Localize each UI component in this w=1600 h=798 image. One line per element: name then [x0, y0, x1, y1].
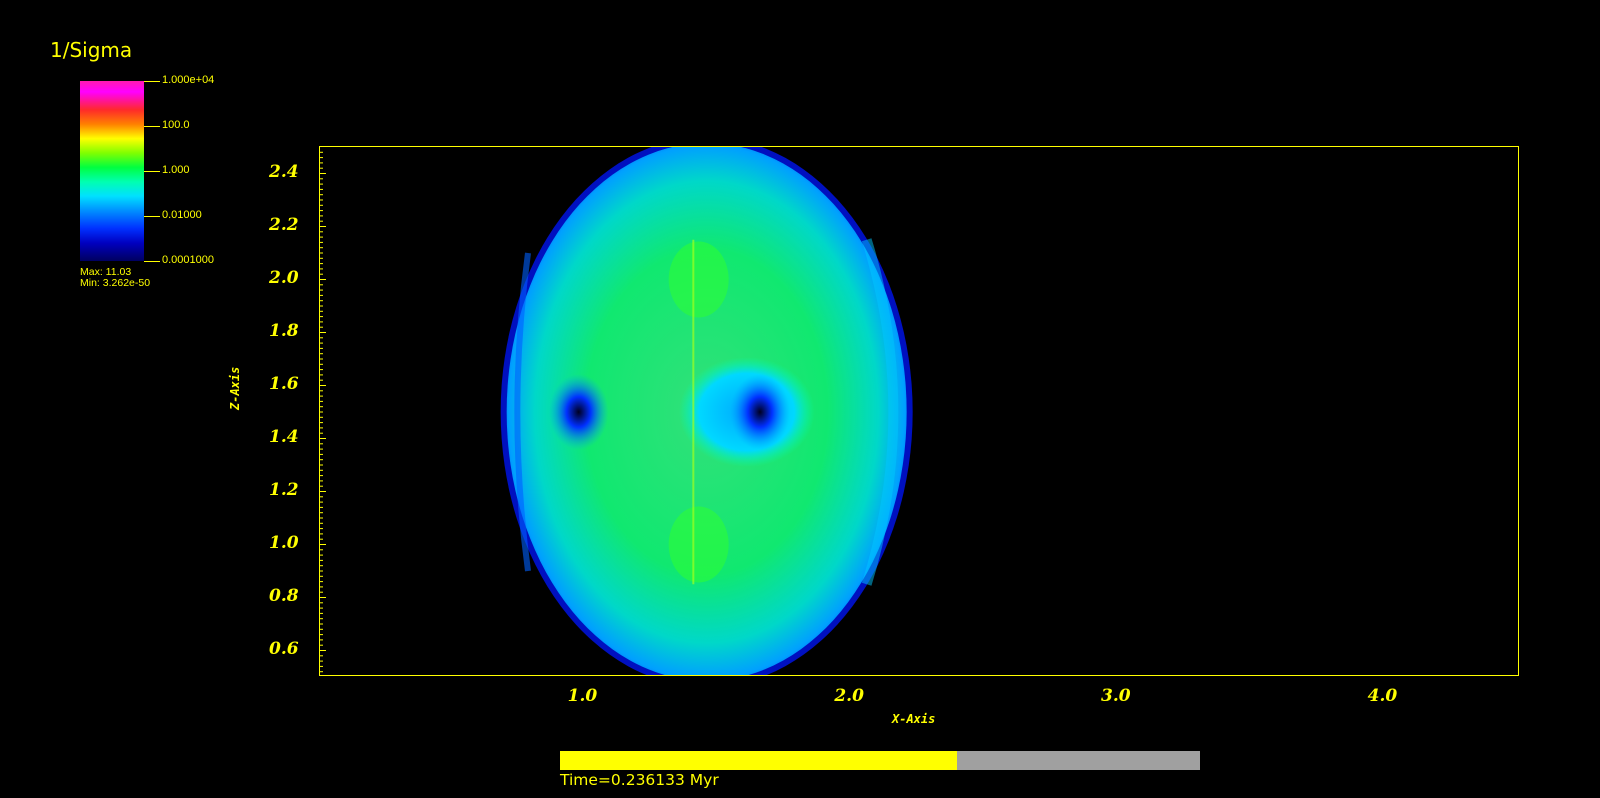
colorbar-title: 1/Sigma — [50, 38, 133, 62]
field-lower-core — [668, 506, 729, 583]
colorbar-tick-label: 100.0 — [162, 119, 190, 131]
x-tick-label: 4.0 — [1367, 686, 1398, 706]
colorbar-tick-mark — [144, 81, 160, 82]
magnetic-null-point — [730, 374, 790, 450]
y-axis-title: Z-Axis — [228, 366, 242, 410]
colorbar-tick-label: 0.01000 — [162, 209, 202, 221]
x-tick-label: 2.0 — [834, 686, 864, 706]
field-upper-core — [668, 241, 729, 318]
colorbar-min-label: Min: 3.262e-50 — [80, 277, 151, 289]
colorbar-tick-mark — [144, 216, 160, 217]
time-progress-fill — [560, 751, 957, 770]
y-tick-label: 0.6 — [269, 638, 299, 659]
colorbar-tick-label: 0.0001000 — [162, 254, 214, 266]
colorbar-tick-label: 1.000 — [162, 164, 190, 176]
colorbar-tick-mark — [144, 126, 160, 127]
y-tick-label: 1.4 — [269, 426, 299, 447]
y-tick-label: 1.6 — [269, 373, 299, 394]
y-tick-label: 2.4 — [269, 161, 299, 182]
y-tick-label: 0.8 — [269, 585, 299, 606]
x-tick-label: 3.0 — [1101, 686, 1131, 706]
colorbar-tick-mark — [144, 261, 160, 262]
y-tick-label: 1.2 — [269, 479, 299, 500]
x-tick-label: 1.0 — [567, 686, 598, 706]
time-label: Time=0.236133 Myr — [560, 771, 719, 789]
colorbar-tick-label: 1.000e+04 — [162, 74, 215, 86]
x-axis-title: X-Axis — [892, 712, 936, 726]
plot-area[interactable] — [319, 146, 1519, 676]
heatmap-canvas — [320, 147, 913, 675]
y-tick-label: 2.2 — [269, 214, 299, 235]
colorbar-tick-mark — [144, 171, 160, 172]
colorbar-gradient — [80, 81, 144, 261]
y-tick-label: 1.8 — [269, 320, 299, 341]
y-tick-label: 2.0 — [269, 267, 299, 288]
field-layer — [500, 147, 913, 675]
time-progress-bar — [560, 751, 1200, 770]
y-tick-label: 1.0 — [269, 532, 299, 553]
magnetic-null-point — [548, 374, 609, 450]
